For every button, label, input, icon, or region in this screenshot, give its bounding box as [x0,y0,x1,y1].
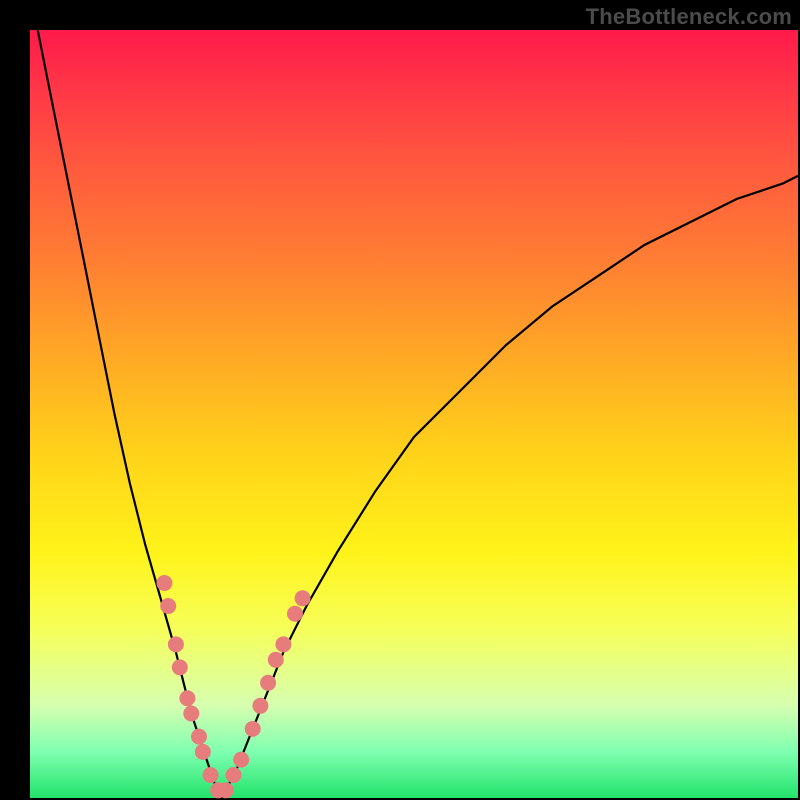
data-dot [203,767,219,783]
data-dot [179,690,195,706]
data-dot [195,744,211,760]
chart-svg [30,30,798,798]
data-dot [260,675,276,691]
data-dot [252,698,268,714]
data-dot [218,782,234,798]
data-dot [295,590,311,606]
left-curve [38,30,222,798]
plot-area [30,30,798,798]
data-dot [156,575,172,591]
right-curve [222,176,798,798]
data-dot [233,752,249,768]
data-dot [160,598,176,614]
data-dot [191,729,207,745]
data-dot [226,767,242,783]
watermark-text: TheBottleneck.com [586,4,792,30]
data-dot [183,706,199,722]
data-dot [168,636,184,652]
dots-group [156,575,310,798]
data-dot [172,659,188,675]
data-dot [268,652,284,668]
data-dot [287,606,303,622]
chart-frame: TheBottleneck.com [0,0,800,800]
data-dot [275,636,291,652]
data-dot [245,721,261,737]
